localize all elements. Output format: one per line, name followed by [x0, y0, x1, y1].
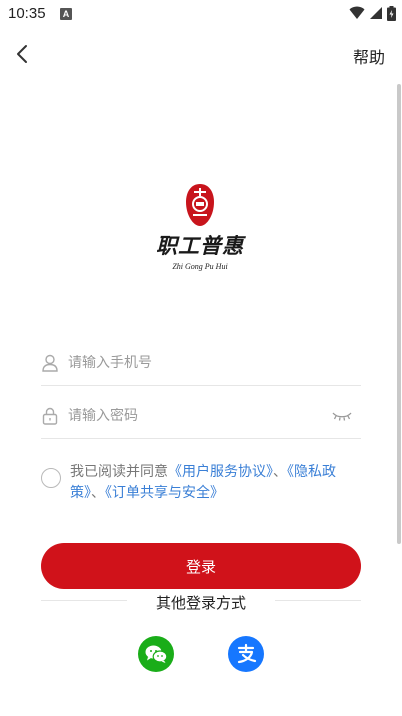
lock-icon: [41, 407, 59, 425]
signal-icon: [370, 7, 382, 19]
notification-a-icon: A: [60, 8, 72, 20]
alipay-login-button[interactable]: [228, 636, 264, 672]
wechat-login-button[interactable]: [138, 636, 174, 672]
app-logo: 职工普惠 Zhi Gong Pu Hui: [140, 182, 260, 282]
user-service-agreement-link[interactable]: 《用户服务协议》: [168, 464, 273, 480]
status-bar: 10:35 A: [0, 0, 402, 28]
other-login-title: 其他登录方式: [0, 592, 402, 613]
seal-icon: [186, 184, 214, 226]
login-button[interactable]: 登录: [41, 543, 361, 589]
scrollbar[interactable]: [397, 84, 401, 544]
logo-title: 职工普惠: [156, 233, 244, 258]
top-bar: 帮助: [0, 28, 402, 80]
password-field-row: [41, 393, 361, 439]
user-icon: [41, 354, 59, 372]
alipay-icon: [237, 643, 257, 664]
logo-subtitle: Zhi Gong Pu Hui: [172, 262, 228, 271]
wechat-icon: [145, 645, 168, 663]
agreement: 我已阅读并同意《用户服务协议》、《隐私政策》、《订单共享与安全》: [41, 462, 363, 504]
wifi-icon: [349, 6, 365, 19]
battery-icon: [387, 5, 396, 21]
help-link[interactable]: 帮助: [353, 44, 385, 68]
agreement-prefix: 我已阅读并同意: [70, 464, 168, 480]
status-time: 10:35: [8, 5, 46, 22]
eye-closed-icon[interactable]: [331, 406, 353, 424]
order-sharing-security-link[interactable]: 《订单共享与安全》: [105, 485, 224, 501]
chevron-left-icon: [17, 45, 27, 63]
status-icons: [349, 5, 396, 21]
phone-input[interactable]: [68, 354, 318, 371]
phone-field-row: [41, 340, 361, 386]
agreement-separator: 、: [273, 464, 287, 480]
agreement-separator: 、: [91, 485, 105, 501]
other-login-label: 其他登录方式: [145, 594, 256, 612]
agree-checkbox[interactable]: [41, 468, 61, 488]
back-button[interactable]: [8, 40, 36, 68]
agreement-text: 我已阅读并同意《用户服务协议》、《隐私政策》、《订单共享与安全》: [70, 462, 363, 504]
password-input[interactable]: [68, 407, 318, 424]
